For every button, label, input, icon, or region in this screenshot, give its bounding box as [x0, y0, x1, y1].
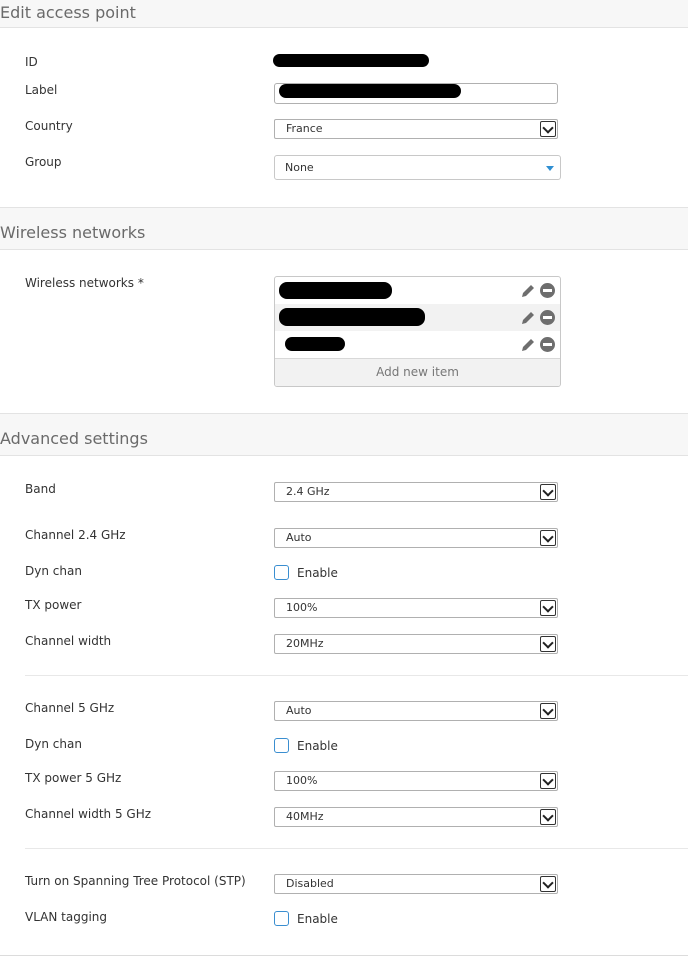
tx-power-select[interactable]: 100%	[274, 598, 558, 618]
group-value: None	[285, 161, 314, 174]
minus-circle-icon[interactable]	[540, 310, 555, 325]
section-header-wireless-networks: Wireless networks	[0, 207, 688, 250]
redacted-network-name	[279, 282, 392, 299]
minus-circle-icon[interactable]	[540, 337, 555, 352]
section-title: Advanced settings	[0, 429, 148, 448]
chevron-down-icon[interactable]	[540, 600, 556, 616]
tx-power-value: 100%	[286, 601, 318, 614]
channel-24-value: Auto	[286, 531, 312, 544]
group-label: Group	[25, 155, 62, 169]
channel-5-select[interactable]: Auto	[274, 701, 558, 721]
stp-value: Disabled	[286, 877, 334, 890]
chevron-down-icon[interactable]	[540, 876, 556, 892]
channel-width-5-label: Channel width 5 GHz	[25, 807, 152, 821]
channel-width-5-value: 40MHz	[286, 810, 324, 823]
tx-power-label: TX power	[25, 598, 82, 612]
divider	[25, 848, 688, 849]
pencil-icon[interactable]	[520, 337, 536, 353]
tx-power-5-select[interactable]: 100%	[274, 771, 558, 791]
dyn-chan-enable-label[interactable]: Enable	[297, 566, 338, 580]
add-new-item-button[interactable]: Add new item	[275, 358, 560, 386]
chevron-down-icon[interactable]	[540, 703, 556, 719]
wireless-networks-list: Add new item	[274, 276, 561, 387]
channel-24-select[interactable]: Auto	[274, 528, 558, 548]
country-value: France	[286, 122, 323, 135]
band-select[interactable]: 2.4 GHz	[274, 482, 558, 502]
wireless-networks-label: Wireless networks *	[25, 276, 144, 290]
pencil-icon[interactable]	[520, 310, 536, 326]
dyn-chan-5-checkbox[interactable]	[274, 738, 289, 753]
country-label: Country	[25, 119, 73, 133]
chevron-down-icon[interactable]	[540, 484, 556, 500]
channel-width-value: 20MHz	[286, 637, 324, 650]
channel-width-select[interactable]: 20MHz	[274, 634, 558, 654]
section-title: Wireless networks	[0, 223, 146, 242]
channel-24-label: Channel 2.4 GHz	[25, 528, 126, 542]
chevron-down-icon[interactable]	[540, 809, 556, 825]
section-header-edit-access-point: Edit access point	[0, 0, 688, 28]
label-label: Label	[25, 83, 58, 97]
vlan-tagging-checkbox[interactable]	[274, 911, 289, 926]
redacted-id	[273, 54, 429, 67]
vlan-tagging-label: VLAN tagging	[25, 910, 108, 924]
list-item[interactable]	[275, 331, 560, 358]
group-select[interactable]: None	[274, 155, 561, 180]
channel-width-label: Channel width	[25, 634, 112, 648]
dyn-chan-label: Dyn chan	[25, 564, 82, 578]
dyn-chan-5-enable-label[interactable]: Enable	[297, 739, 338, 753]
stp-select[interactable]: Disabled	[274, 874, 558, 894]
band-value: 2.4 GHz	[286, 485, 330, 498]
list-item[interactable]	[275, 304, 560, 331]
chevron-down-icon[interactable]	[540, 121, 556, 137]
section-header-advanced-settings: Advanced settings	[0, 413, 688, 456]
chevron-down-icon[interactable]	[540, 530, 556, 546]
channel-5-value: Auto	[286, 704, 312, 717]
id-label: ID	[25, 55, 38, 69]
chevron-down-icon[interactable]	[540, 773, 556, 789]
vlan-tagging-enable-label[interactable]: Enable	[297, 912, 338, 926]
tx-power-5-label: TX power 5 GHz	[25, 771, 122, 785]
redacted-network-name	[285, 337, 345, 351]
channel-width-5-select[interactable]: 40MHz	[274, 807, 558, 827]
country-select[interactable]: France	[274, 119, 558, 139]
bottom-divider	[0, 955, 688, 956]
redacted-label	[279, 84, 461, 98]
list-item[interactable]	[275, 277, 560, 304]
section-title: Edit access point	[0, 3, 136, 22]
tx-power-5-value: 100%	[286, 774, 318, 787]
stp-label: Turn on Spanning Tree Protocol (STP)	[25, 874, 246, 888]
chevron-down-icon[interactable]	[540, 636, 556, 652]
channel-5-label: Channel 5 GHz	[25, 701, 115, 715]
dyn-chan-checkbox[interactable]	[274, 565, 289, 580]
dyn-chan-5-label: Dyn chan	[25, 737, 82, 751]
band-label: Band	[25, 482, 56, 496]
minus-circle-icon[interactable]	[540, 283, 555, 298]
pencil-icon[interactable]	[520, 283, 536, 299]
redacted-network-name	[279, 308, 425, 326]
caret-down-icon	[546, 166, 554, 171]
divider	[25, 675, 688, 676]
